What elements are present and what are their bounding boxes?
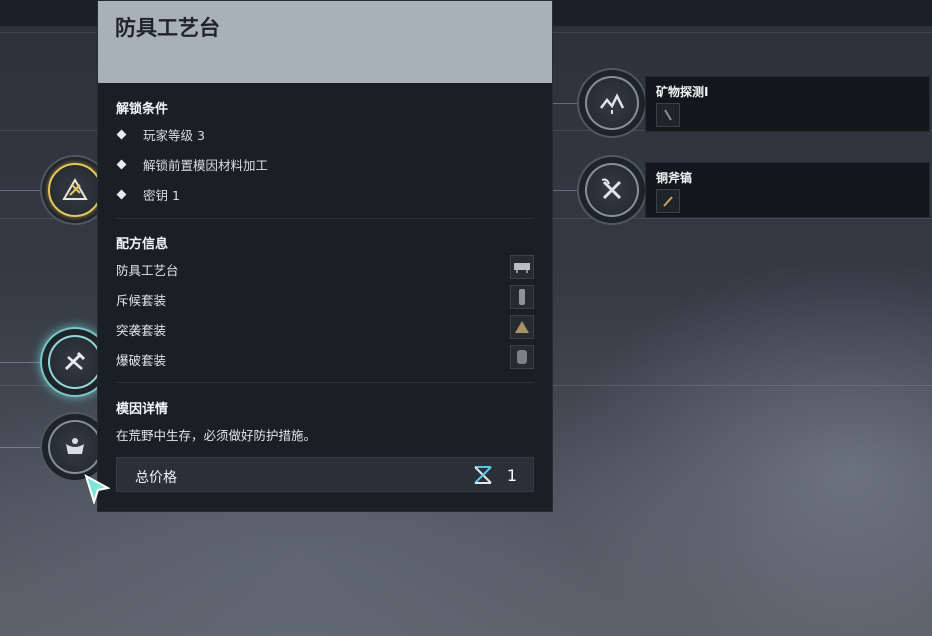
skill-node-mineral-detect[interactable] — [577, 68, 647, 138]
bullet-icon — [116, 129, 127, 140]
node-connector — [0, 190, 40, 191]
armor-bench-icon — [62, 178, 88, 200]
node-connector — [553, 190, 577, 191]
total-price-value: 1 — [506, 466, 517, 485]
assault-armor-thumb-icon — [510, 315, 534, 339]
node-connector — [0, 447, 40, 448]
recipe-item-name: 防具工艺台 — [116, 263, 179, 278]
bullet-icon — [116, 159, 127, 170]
skill-card-mineral-detect[interactable]: 矿物探测Ⅰ — [645, 76, 930, 132]
skill-title: 矿物探测Ⅰ — [656, 85, 709, 99]
recipe-item[interactable]: 突袭套装 — [116, 315, 534, 341]
mouse-cursor-icon — [84, 474, 110, 504]
recipe-item[interactable]: 斥候套装 — [116, 285, 534, 311]
scout-armor-thumb-icon — [510, 285, 534, 309]
gene-helix-icon — [474, 466, 492, 484]
node-connector — [553, 103, 577, 104]
meme-heading: 模因详情 — [116, 402, 169, 417]
skill-title: 铜斧镐 — [656, 171, 693, 185]
unlock-condition: 玩家等级 3 — [116, 125, 205, 144]
skill-node-axe-pickaxe[interactable] — [577, 155, 647, 225]
panel-header: 防具工艺台 — [98, 1, 552, 83]
axe-pickaxe-icon — [601, 178, 622, 200]
total-price-bar: 总价格 1 — [116, 457, 534, 492]
condition-text: 玩家等级 3 — [143, 128, 205, 143]
muscle-body-icon — [66, 438, 84, 454]
condition-text: 解锁前置模因材料加工 — [143, 158, 269, 173]
skill-card-axe-pickaxe[interactable]: 铜斧镐 — [645, 162, 930, 218]
bullet-icon — [116, 189, 127, 200]
demolition-armor-thumb-icon — [510, 345, 534, 369]
mineral-detect-icon — [600, 93, 625, 114]
meme-description: 在荒野中生存，必须做好防护措施。 — [116, 428, 317, 443]
recipe-item[interactable]: 爆破套装 — [116, 345, 534, 371]
condition-text: 密钥 1 — [143, 188, 180, 203]
section-divider — [116, 218, 534, 219]
recipe-item-name: 突袭套装 — [116, 323, 167, 338]
unlock-condition: 密钥 1 — [116, 185, 180, 204]
section-divider — [116, 382, 534, 383]
wrench-gun-icon — [64, 351, 86, 371]
recipe-item[interactable]: 防具工艺台 — [116, 255, 534, 281]
unlock-heading: 解锁条件 — [116, 102, 169, 117]
recipe-item-name: 斥候套装 — [116, 293, 167, 308]
recipe-item-name: 爆破套装 — [116, 353, 167, 368]
node-connector — [0, 362, 40, 363]
axe-item-icon — [656, 189, 680, 213]
panel-title: 防具工艺台 — [115, 16, 220, 40]
workbench-thumb-icon — [510, 255, 534, 279]
recipe-detail-panel: 防具工艺台 解锁条件 玩家等级 3 解锁前置模因材料加工 密钥 1 配方信息 防… — [97, 0, 553, 512]
pickaxe-item-icon — [656, 103, 680, 127]
total-price-label: 总价格 — [135, 470, 177, 486]
recipe-heading: 配方信息 — [116, 237, 169, 252]
unlock-condition: 解锁前置模因材料加工 — [116, 155, 268, 174]
